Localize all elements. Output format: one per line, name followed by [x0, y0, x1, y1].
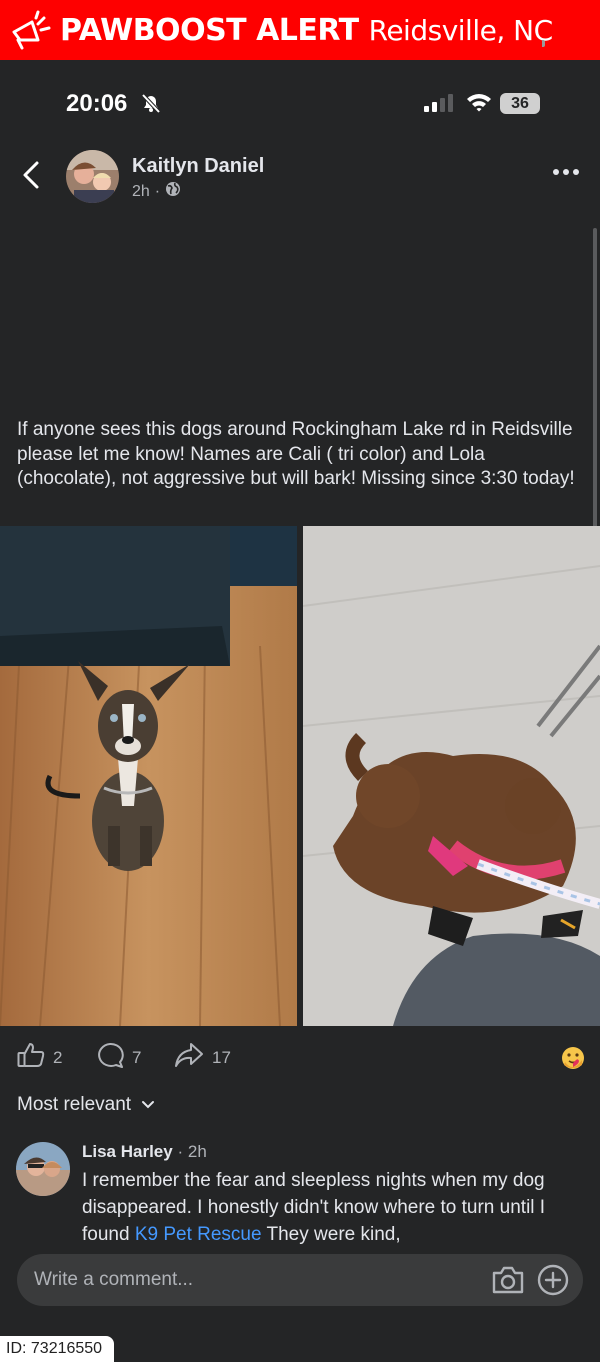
post-header: Kaitlyn Daniel 2h · [0, 146, 600, 210]
alert-banner: PAWBOOST ALERT Reidsville, NC [0, 0, 600, 60]
comment-bubble-icon [96, 1042, 124, 1073]
comment-count: 7 [132, 1047, 142, 1067]
more-options-icon[interactable] [552, 164, 580, 182]
camera-icon[interactable] [491, 1265, 525, 1300]
battery-tip [542, 40, 545, 47]
wifi-icon [466, 92, 492, 117]
care-emoji-icon[interactable] [560, 1045, 586, 1076]
thumbs-up-icon [17, 1042, 45, 1073]
share-count: 17 [212, 1047, 231, 1067]
banner-location: Reidsville, NC [368, 13, 554, 47]
post-photo-brindle-dog[interactable] [0, 526, 297, 1026]
post-time: 2h [132, 182, 150, 200]
like-button[interactable]: 2 [17, 1042, 62, 1073]
commenter-name[interactable]: Lisa Harley [82, 1142, 173, 1161]
add-attachment-icon[interactable] [537, 1264, 569, 1301]
author-avatar[interactable] [66, 150, 119, 203]
comment-button[interactable]: 7 [96, 1042, 141, 1073]
battery-icon: 36 [500, 93, 540, 114]
post-meta: 2h · [132, 181, 181, 202]
post-photo-chocolate-dog[interactable] [303, 526, 600, 1026]
globe-icon [165, 181, 181, 202]
silent-bell-icon [140, 93, 162, 118]
status-bar: 20:06 36 [0, 60, 600, 146]
post-author-name[interactable]: Kaitlyn Daniel [132, 155, 264, 178]
status-time: 20:06 [66, 90, 128, 117]
megaphone-icon [0, 0, 60, 60]
comment-text: I remember the fear and sleepless nights… [82, 1167, 582, 1248]
listing-id-badge: ID: 73216550 [0, 1336, 115, 1362]
sort-label: Most relevant [17, 1094, 132, 1115]
meta-separator: · [154, 182, 161, 200]
post-action-bar: 2 7 17 [0, 1036, 600, 1078]
banner-title: PAWBOOST ALERT [60, 12, 359, 48]
like-count: 2 [53, 1047, 63, 1067]
post-text: If anyone sees this dogs around Rockingh… [17, 419, 575, 489]
chevron-down-icon [141, 1094, 155, 1116]
comment-composer[interactable]: Write a comment... [17, 1254, 583, 1306]
comment-input[interactable]: Write a comment... [34, 1269, 193, 1291]
share-button[interactable]: 17 [174, 1042, 231, 1073]
back-arrow-icon[interactable] [20, 160, 44, 195]
commenter-name-line: Lisa Harley · 2h [82, 1142, 207, 1161]
share-arrow-icon [174, 1042, 204, 1073]
comment-link[interactable]: K9 Pet Rescue [135, 1224, 262, 1245]
comment-time: 2h [187, 1142, 207, 1161]
comment-text-after: They were kind, [261, 1224, 401, 1245]
commenter-avatar[interactable] [16, 1142, 70, 1196]
comment-sort-dropdown[interactable]: Most relevant [17, 1094, 155, 1116]
cell-signal-icon [424, 94, 454, 117]
